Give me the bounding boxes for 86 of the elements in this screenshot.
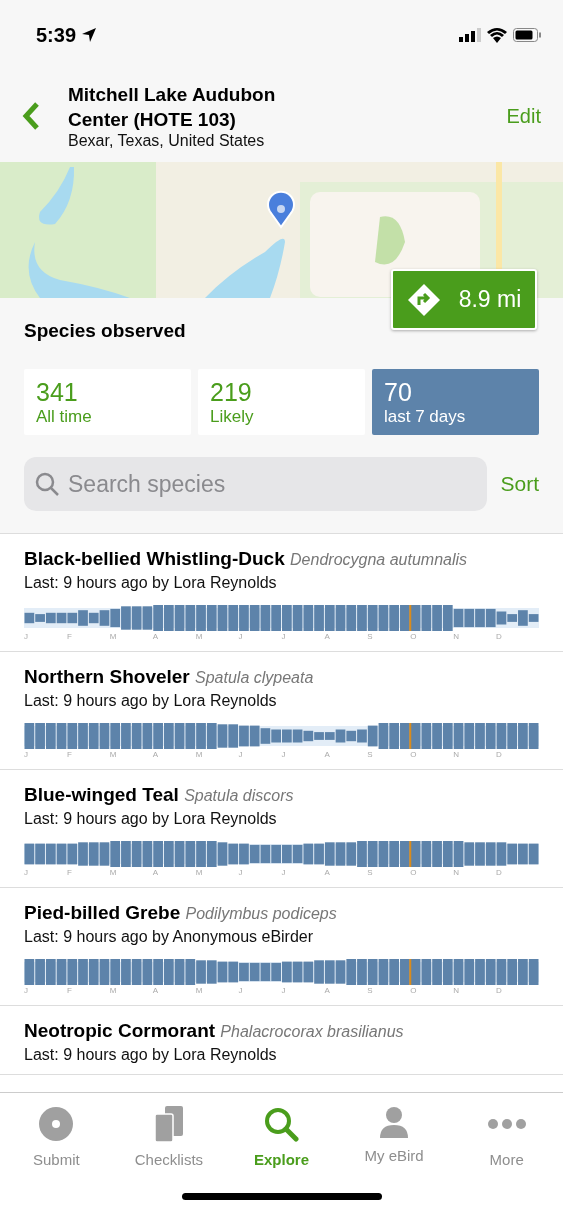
species-name[interactable]: Black-bellied Whistling-Duck Dendrocygna autumnalis bbox=[24, 547, 539, 572]
month-label: N bbox=[453, 750, 460, 759]
stat-tab[interactable]: 341 All time bbox=[24, 369, 191, 435]
month-label: M bbox=[109, 632, 118, 641]
stat-tab[interactable]: 219 Likely bbox=[198, 369, 365, 435]
month-label: O bbox=[410, 868, 418, 877]
month-label: M bbox=[109, 868, 118, 877]
month-label: A bbox=[152, 632, 160, 641]
search-icon bbox=[35, 472, 59, 496]
month-label: S bbox=[367, 986, 374, 995]
last-seen: Last: 9 hours ago by Anonymous eBirder bbox=[24, 928, 314, 946]
month-label: A bbox=[152, 750, 160, 759]
back-icon[interactable] bbox=[22, 102, 40, 130]
month-label: F bbox=[66, 986, 73, 995]
stat-tab[interactable]: 70 last 7 days bbox=[372, 369, 539, 435]
month-label: D bbox=[496, 632, 503, 641]
month-label: A bbox=[152, 986, 160, 995]
month-label: J bbox=[24, 750, 29, 759]
tab-bar-item[interactable]: More bbox=[450, 1105, 563, 1169]
month-label: O bbox=[410, 632, 418, 641]
wifi-icon bbox=[487, 27, 507, 43]
species-name[interactable]: Northern Shoveler Spatula clypeata bbox=[24, 665, 539, 690]
disc-icon bbox=[38, 1106, 75, 1142]
directions-button[interactable]: 8.9 mi bbox=[391, 269, 537, 330]
month-label: J bbox=[281, 868, 287, 877]
tab-bar-item[interactable]: My eBird bbox=[337, 1105, 451, 1169]
tab-bar-item[interactable]: Submit bbox=[0, 1105, 113, 1169]
month-label: D bbox=[496, 868, 503, 877]
month-label: S bbox=[367, 868, 374, 877]
section-title: Species observed bbox=[24, 320, 186, 342]
month-label: M bbox=[195, 632, 204, 641]
last-seen: Last: 9 hours ago by Lora Reynolds bbox=[24, 1046, 277, 1064]
status-time: 5:39 bbox=[36, 23, 77, 47]
month-label: N bbox=[453, 986, 460, 995]
signal-icon bbox=[459, 28, 481, 42]
month-label: A bbox=[324, 750, 331, 759]
month-label: J bbox=[24, 868, 29, 877]
location-title: Mitchell Lake Audubon Center (HOTE 103) bbox=[68, 83, 277, 132]
location-subtitle: Bexar, Texas, United States bbox=[68, 132, 266, 150]
month-label: J bbox=[24, 632, 29, 641]
month-label: N bbox=[453, 868, 460, 877]
month-label: A bbox=[152, 868, 160, 877]
month-label: F bbox=[66, 632, 73, 641]
last-seen: Last: 9 hours ago by Lora Reynolds bbox=[24, 692, 277, 710]
month-label: M bbox=[195, 986, 204, 995]
month-label: S bbox=[367, 750, 374, 759]
search-icon bbox=[263, 1106, 300, 1142]
edit-button[interactable]: Edit bbox=[506, 104, 541, 128]
month-label: A bbox=[324, 868, 331, 877]
month-label: F bbox=[66, 868, 73, 877]
location-arrow-icon bbox=[82, 28, 97, 42]
person-icon bbox=[379, 1106, 410, 1138]
month-label: D bbox=[496, 986, 503, 995]
species-name[interactable]: Neotropic Cormorant Phalacrocorax brasilianus bbox=[24, 1019, 539, 1044]
tab-bar-item[interactable]: Checklists bbox=[112, 1105, 226, 1169]
month-label: J bbox=[281, 632, 287, 641]
month-label: F bbox=[66, 750, 73, 759]
month-label: J bbox=[238, 868, 244, 877]
month-label: J bbox=[281, 986, 287, 995]
last-seen: Last: 9 hours ago by Lora Reynolds bbox=[24, 810, 277, 828]
month-label: S bbox=[367, 632, 374, 641]
month-label: M bbox=[109, 750, 118, 759]
last-seen: Last: 9 hours ago by Lora Reynolds bbox=[24, 574, 277, 592]
pages-icon bbox=[154, 1106, 183, 1142]
month-label: A bbox=[324, 632, 331, 641]
month-label: M bbox=[109, 986, 118, 995]
search-field[interactable]: Search species bbox=[24, 457, 488, 511]
sort-button[interactable]: Sort bbox=[500, 472, 539, 496]
month-label: J bbox=[238, 750, 244, 759]
directions-icon bbox=[406, 282, 441, 317]
species-name[interactable]: Blue-winged Teal Spatula discors bbox=[24, 783, 539, 808]
month-label: O bbox=[410, 986, 418, 995]
month-label: D bbox=[496, 750, 503, 759]
tab-bar-item[interactable]: Explore bbox=[225, 1105, 338, 1169]
month-label: J bbox=[238, 632, 244, 641]
month-label: M bbox=[195, 750, 204, 759]
battery-icon bbox=[513, 28, 541, 42]
month-label: J bbox=[281, 750, 287, 759]
month-label: J bbox=[238, 986, 244, 995]
more-icon bbox=[487, 1119, 526, 1129]
month-label: O bbox=[410, 750, 418, 759]
month-label: N bbox=[453, 632, 460, 641]
month-label: A bbox=[324, 986, 331, 995]
month-label: J bbox=[24, 986, 29, 995]
month-label: M bbox=[195, 868, 204, 877]
species-name[interactable]: Pied-billed Grebe Podilymbus podiceps bbox=[24, 901, 539, 926]
